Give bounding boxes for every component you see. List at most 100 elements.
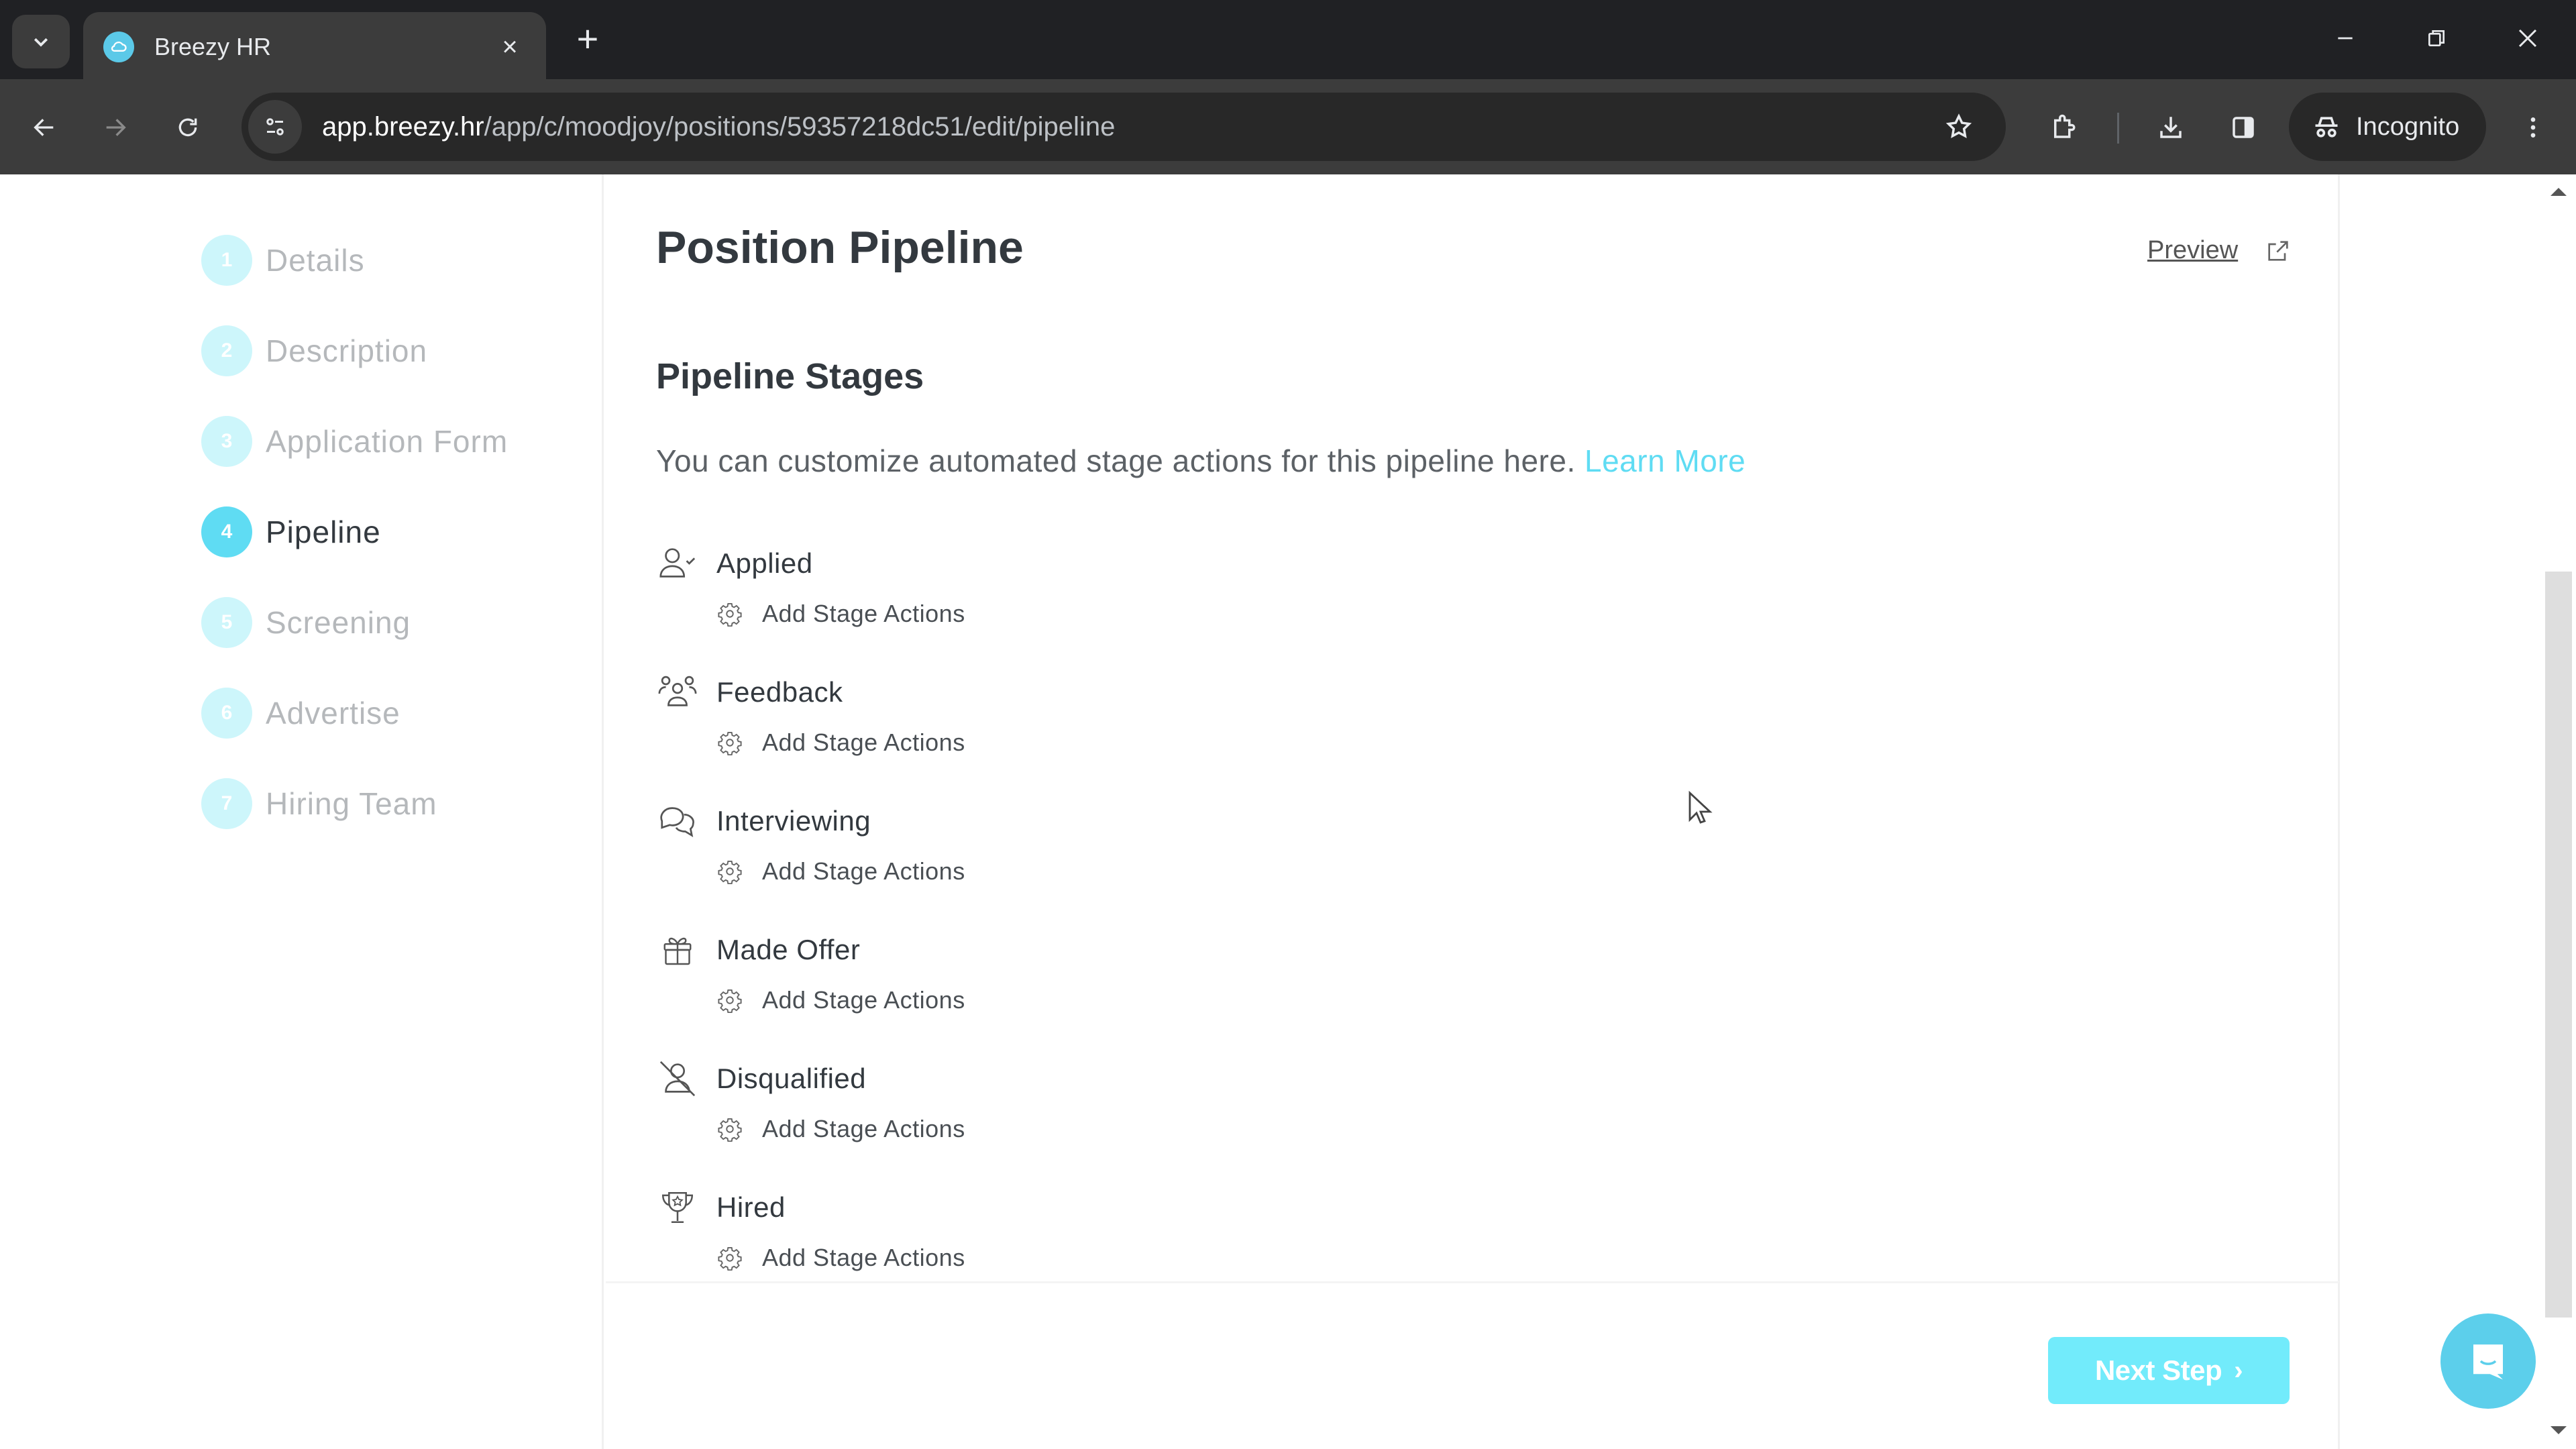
add-stage-actions-button[interactable]: Add Stage Actions	[716, 1109, 1260, 1149]
stage-disqualified: Disqualified Add Stage Actions	[656, 1055, 1260, 1149]
next-step-button[interactable]: Next Step ›	[2048, 1337, 2290, 1404]
minimize-icon	[2338, 37, 2353, 40]
back-button[interactable]	[17, 101, 71, 154]
trophy-icon	[656, 1186, 699, 1229]
add-stage-actions-button[interactable]: Add Stage Actions	[716, 1238, 1260, 1278]
chat-bubbles-icon	[656, 800, 699, 843]
site-info-button[interactable]	[248, 100, 302, 154]
download-icon	[2160, 117, 2182, 138]
url-host: app.breezy.hr	[322, 111, 484, 142]
bookmark-button[interactable]	[1932, 100, 1986, 154]
arrow-left-icon	[34, 119, 54, 136]
restore-button[interactable]	[2410, 15, 2463, 62]
step-number: 7	[201, 778, 252, 829]
add-stage-actions-label: Add Stage Actions	[762, 1115, 965, 1142]
add-stage-actions-button[interactable]: Add Stage Actions	[716, 851, 1260, 892]
preview-label: Preview	[2147, 236, 2239, 264]
gift-icon	[656, 928, 699, 971]
incognito-icon	[2315, 117, 2338, 138]
step-label: Description	[266, 333, 428, 368]
next-step-label: Next Step	[2094, 1354, 2222, 1386]
step-label: Pipeline	[266, 515, 381, 549]
gear-icon	[716, 987, 743, 1014]
step-screening[interactable]: 5 Screening	[201, 596, 411, 649]
puzzle-icon	[2054, 114, 2076, 138]
url-path: /app/c/moodjoy/positions/59357218dc51/ed…	[484, 111, 1116, 142]
tab-close-icon[interactable]: ×	[494, 32, 526, 62]
incognito-label: Incognito	[2356, 112, 2460, 141]
stage-name: Disqualified	[716, 1063, 867, 1094]
chevron-right-icon: ›	[2234, 1355, 2243, 1385]
section-title: Pipeline Stages	[656, 356, 924, 396]
minimize-button[interactable]	[2318, 15, 2372, 62]
step-description[interactable]: 2 Description	[201, 324, 427, 378]
more-vertical-icon	[2530, 117, 2536, 138]
browser-tab[interactable]: Breezy HR ×	[83, 12, 546, 82]
extensions-button[interactable]	[2037, 101, 2090, 154]
downloads-button[interactable]	[2144, 101, 2198, 154]
steps-sidebar: 1 Details 2 Description 3 Application Fo…	[0, 174, 604, 1449]
step-application-form[interactable]: 3 Application Form	[201, 415, 508, 468]
incognito-indicator[interactable]: Incognito	[2289, 93, 2486, 161]
step-number: 1	[201, 235, 252, 286]
stage-applied: Applied Add Stage Actions	[656, 540, 1260, 634]
step-label: Advertise	[266, 696, 400, 731]
side-panel-icon	[2233, 117, 2254, 138]
new-tab-button[interactable]: +	[568, 20, 608, 60]
reload-button[interactable]	[161, 101, 215, 154]
stage-name: Hired	[716, 1191, 786, 1223]
tab-search-button[interactable]	[12, 15, 70, 68]
preview-link[interactable]: Preview	[2147, 236, 2292, 265]
scroll-up-arrow-icon[interactable]	[2551, 188, 2567, 196]
main-panel: Position Pipeline Preview Pipeline Stage…	[606, 174, 2340, 1281]
gear-icon	[716, 729, 743, 756]
browser-menu-button[interactable]	[2506, 101, 2560, 154]
browser-titlebar: Breezy HR × +	[0, 0, 2576, 82]
scrollbar-thumb[interactable]	[2545, 572, 2572, 1318]
scroll-down-arrow-icon[interactable]	[2551, 1426, 2567, 1434]
stage-name: Interviewing	[716, 805, 871, 837]
url-text[interactable]: app.breezy.hr/app/c/moodjoy/positions/59…	[322, 112, 1932, 142]
user-slash-icon	[656, 1057, 699, 1100]
tune-icon	[266, 118, 284, 136]
step-details[interactable]: 1 Details	[201, 233, 365, 287]
step-number: 3	[201, 416, 252, 467]
toolbar-separator	[2117, 113, 2119, 144]
window-close-button[interactable]	[2501, 15, 2555, 62]
gear-icon	[716, 1116, 743, 1142]
forward-button[interactable]	[89, 101, 142, 154]
chat-widget-button[interactable]	[2440, 1313, 2536, 1409]
add-stage-actions-label: Add Stage Actions	[762, 729, 965, 756]
gear-icon	[716, 600, 743, 627]
add-stage-actions-button[interactable]: Add Stage Actions	[716, 722, 1260, 763]
browser-toolbar: app.breezy.hr/app/c/moodjoy/positions/59…	[0, 79, 2576, 174]
stage-interviewing: Interviewing Add Stage Actions	[656, 798, 1260, 892]
step-label: Hiring Team	[266, 786, 437, 821]
step-label: Screening	[266, 605, 411, 640]
step-advertise[interactable]: 6 Advertise	[201, 686, 400, 740]
step-pipeline[interactable]: 4 Pipeline	[201, 505, 381, 559]
step-label: Application Form	[266, 424, 508, 459]
arrow-right-icon	[106, 119, 126, 136]
users-group-icon	[656, 671, 699, 714]
description-text: You can customize automated stage action…	[656, 443, 1576, 478]
learn-more-link[interactable]: Learn More	[1585, 443, 1746, 478]
side-panel-button[interactable]	[2216, 101, 2270, 154]
address-bar[interactable]: app.breezy.hr/app/c/moodjoy/positions/59…	[241, 93, 2006, 161]
add-stage-actions-label: Add Stage Actions	[762, 600, 965, 627]
step-hiring-team[interactable]: 7 Hiring Team	[201, 777, 437, 830]
step-label: Details	[266, 243, 365, 278]
gear-icon	[716, 1244, 743, 1271]
chevron-down-icon	[34, 38, 48, 47]
tab-title: Breezy HR	[154, 33, 272, 60]
add-stage-actions-button[interactable]: Add Stage Actions	[716, 594, 1260, 634]
gear-icon	[716, 858, 743, 885]
pipeline-description: You can customize automated stage action…	[656, 443, 1746, 479]
stage-name: Made Offer	[716, 934, 861, 965]
stage-hired: Hired Add Stage Actions	[656, 1184, 1260, 1278]
add-stage-actions-button[interactable]: Add Stage Actions	[716, 980, 1260, 1020]
add-stage-actions-label: Add Stage Actions	[762, 1244, 965, 1271]
step-number: 5	[201, 597, 252, 648]
close-icon	[2518, 29, 2537, 48]
mouse-cursor-icon	[1687, 790, 1714, 831]
